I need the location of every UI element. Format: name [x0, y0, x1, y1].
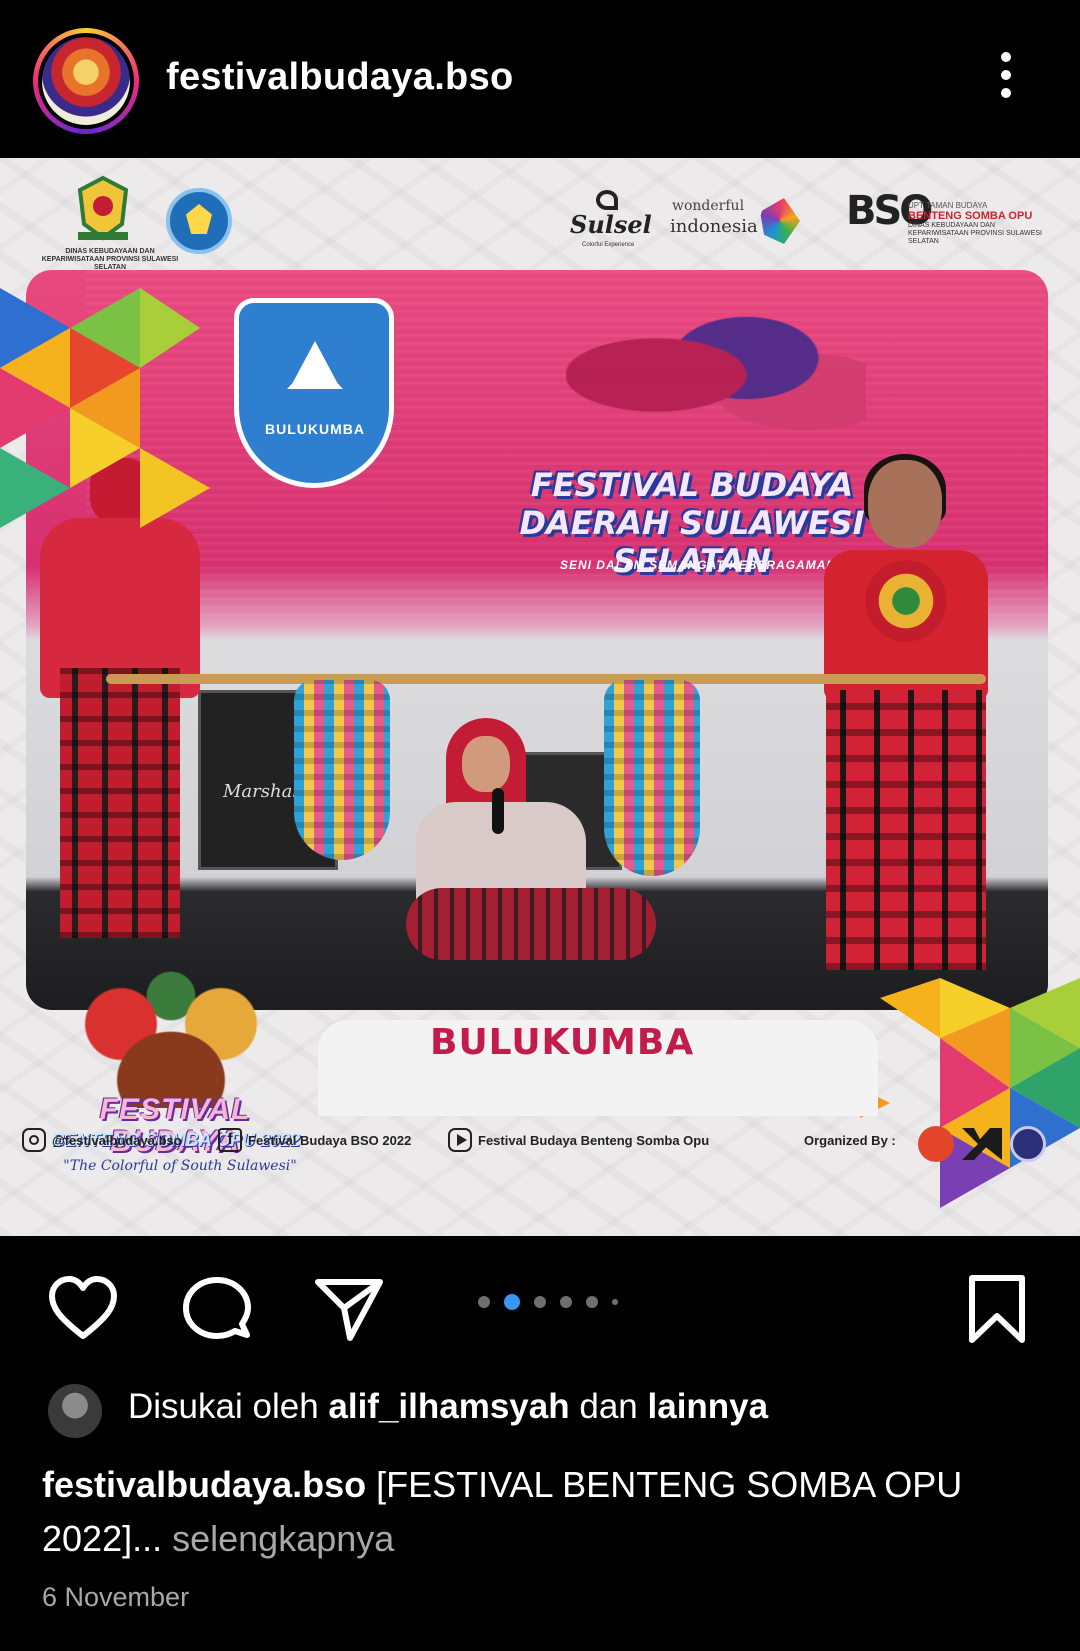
- comment-icon[interactable]: [180, 1272, 254, 1346]
- carousel-dot: [478, 1296, 490, 1308]
- organizer-logo-imaji: [918, 1126, 954, 1162]
- footer-organized-by: Organized By :: [804, 1132, 896, 1148]
- kebab-dot: [1001, 70, 1011, 80]
- kebab-dot: [1001, 52, 1011, 62]
- post-username[interactable]: festivalbudaya.bso: [166, 56, 514, 99]
- avatar-image: [42, 37, 130, 125]
- elder-face: [462, 736, 510, 792]
- carousel-dot: [504, 1294, 520, 1310]
- performer-right: [816, 454, 996, 980]
- carousel-dot: [612, 1299, 618, 1305]
- bookmark-icon[interactable]: [960, 1272, 1034, 1346]
- heart-icon[interactable]: [46, 1272, 120, 1346]
- footer-youtube-name: Festival Budaya Benteng Somba Opu: [478, 1132, 710, 1148]
- sulsel-wordmark: Sulsel: [570, 210, 652, 239]
- likes-connector: dan: [579, 1387, 638, 1426]
- footer-facebook-name: Festival Budaya BSO 2022: [248, 1132, 412, 1148]
- organizer-logos: [918, 1126, 1048, 1162]
- banner-dancers-art: [566, 290, 866, 460]
- carousel-dot: [534, 1296, 546, 1308]
- instagram-icon: [22, 1128, 46, 1152]
- youtube-icon: [448, 1128, 472, 1152]
- performer-right-sarong: [826, 690, 986, 970]
- bso-unit: UPT TAMAN BUDAYA: [908, 201, 988, 210]
- bso-department: DINAS KEBUDAYAAN DAN KEPARIWISATAAN PROV…: [908, 222, 1042, 245]
- cloth-bundle-left: [294, 680, 390, 860]
- organizer-logo-xk: [962, 1128, 1002, 1160]
- ship-icon: [287, 341, 343, 389]
- performer-right-necklace: [856, 556, 956, 646]
- performer-left: [40, 458, 200, 958]
- wonderful-text: wonderful: [672, 198, 745, 214]
- wonderful-indonesia-swirl: [760, 198, 800, 244]
- caption-more-link[interactable]: selengkapnya: [172, 1518, 394, 1559]
- indonesia-text: indonesia: [670, 216, 758, 237]
- post-caption: festivalbudaya.bso [FESTIVAL BENTENG SOM…: [42, 1458, 1042, 1566]
- performer-right-head: [868, 460, 942, 548]
- carousel-dot: [560, 1296, 572, 1308]
- post-image[interactable]: DINAS KEBUDAYAAN DAN KEPARIWISATAAN PROV…: [0, 158, 1080, 1236]
- footer-instagram-handle: @festivalbudaya.bso: [52, 1132, 182, 1148]
- bso-name: BENTENG SOMBA OPU: [908, 210, 1033, 222]
- footer-youtube: Festival Budaya Benteng Somba Opu: [448, 1126, 709, 1154]
- kemdikbud-logo: [166, 188, 232, 254]
- amp-brand: Marshall: [223, 781, 304, 802]
- more-vertical-icon[interactable]: [996, 52, 1016, 106]
- carousel-dot: [586, 1296, 598, 1308]
- organizer-logo-emblem: [1010, 1126, 1046, 1162]
- banner-subtitle: SENI DALAM SEMANGAT KEBERAGAMAN: [559, 558, 837, 572]
- decor-triangles-right: [860, 978, 1080, 1208]
- seated-elder: [406, 718, 656, 964]
- festival-logo-art: [46, 968, 296, 1108]
- performer-left-sarong: [60, 668, 180, 938]
- bso-logo: BSO: [846, 182, 933, 252]
- bso-text-block: UPT TAMAN BUDAYA BENTENG SOMBA OPU DINAS…: [908, 202, 1048, 246]
- sulsel-mark: [596, 190, 618, 210]
- elder-sarong: [406, 888, 656, 960]
- wonderful-indonesia-logo: wonderful indonesia: [668, 196, 800, 250]
- avatar-frame: [38, 33, 134, 129]
- kebab-dot: [1001, 88, 1011, 98]
- post-image-footer: @festivalbudaya.bso f Festival Budaya BS…: [20, 1126, 1070, 1156]
- emblem-label: BULUKUMBA: [265, 421, 365, 437]
- caption-username[interactable]: festivalbudaya.bso: [42, 1464, 366, 1505]
- sulsel-tagline: Colorful Experience: [582, 242, 635, 248]
- send-icon[interactable]: [312, 1272, 386, 1346]
- facebook-icon: f: [218, 1128, 242, 1152]
- pemprov-sulsel-logo: [77, 175, 129, 241]
- decor-triangles-left: [0, 288, 210, 528]
- post-header: festivalbudaya.bso: [0, 0, 1080, 158]
- likes-user[interactable]: alif_ilhamsyah: [328, 1387, 569, 1426]
- microphone-icon: [492, 788, 504, 834]
- pemprov-caption: DINAS KEBUDAYAAN DAN KEPARIWISATAAN PROV…: [41, 248, 179, 271]
- sulsel-logo: Sulsel Colorful Experience: [560, 188, 660, 252]
- likes-prefix: Disukai oleh: [128, 1387, 319, 1426]
- liker-avatar[interactable]: [48, 1384, 102, 1438]
- carousel-indicator: [478, 1292, 618, 1312]
- region-name: BULUKUMBA: [430, 1022, 695, 1063]
- footer-facebook: f Festival Budaya BSO 2022: [218, 1126, 411, 1154]
- likes-others[interactable]: lainnya: [648, 1387, 769, 1426]
- festival-logo-tagline: "The Colorful of South Sulawesi": [63, 1158, 297, 1174]
- post-date: 6 November: [42, 1582, 190, 1612]
- footer-instagram: @festivalbudaya.bso: [22, 1126, 182, 1154]
- bulukumba-emblem: BULUKUMBA: [234, 298, 394, 488]
- likes-summary[interactable]: Disukai oleh alif_ilhamsyah dan lainnya: [128, 1387, 768, 1427]
- festival-budaya-logo: FESTIVAL BUDAYA BENTENG SOMBA OPU 2022 "…: [26, 968, 316, 1228]
- profile-avatar[interactable]: [33, 28, 139, 134]
- carrying-pole: [106, 674, 986, 684]
